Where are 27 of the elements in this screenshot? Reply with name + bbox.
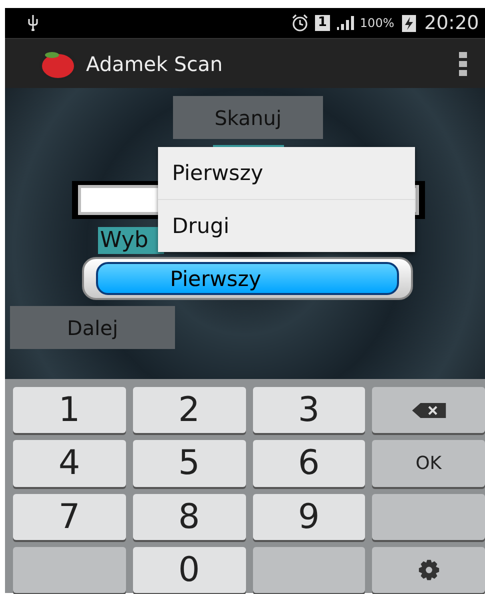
alarm-icon <box>290 14 309 32</box>
signal-icon <box>336 14 354 32</box>
backspace-key[interactable] <box>372 387 485 434</box>
sim-indicator: 1 <box>314 15 330 31</box>
ok-key[interactable]: OK <box>372 440 485 486</box>
settings-icon <box>418 558 440 581</box>
digit-key[interactable]: 5 <box>132 440 246 486</box>
digit-key[interactable]: 4 <box>13 440 126 486</box>
digit-key[interactable]: 6 <box>252 440 366 486</box>
digit-key[interactable]: 8 <box>132 494 246 540</box>
settings-key[interactable] <box>372 546 485 593</box>
backspace-icon <box>412 402 446 418</box>
digit-key[interactable]: 3 <box>252 387 366 434</box>
battery-percentage: 100% <box>360 16 394 30</box>
digit-key[interactable]: 1 <box>13 387 126 434</box>
digit-key[interactable]: 0 <box>132 546 246 593</box>
clock: 20:20 <box>424 12 479 34</box>
digit-key[interactable]: 9 <box>252 494 366 540</box>
usb-icon <box>27 15 39 31</box>
overflow-menu-icon[interactable] <box>459 52 467 76</box>
app-title: Adamek Scan <box>86 52 223 76</box>
menu-item[interactable]: Pierwszy <box>158 147 415 200</box>
digit-key[interactable]: 7 <box>13 494 126 540</box>
choice-label: Wyb <box>98 227 164 254</box>
charging-battery-icon <box>400 14 418 32</box>
dropdown-spinner[interactable]: Pierwszy <box>82 257 413 300</box>
digit-key[interactable]: 2 <box>132 387 246 434</box>
